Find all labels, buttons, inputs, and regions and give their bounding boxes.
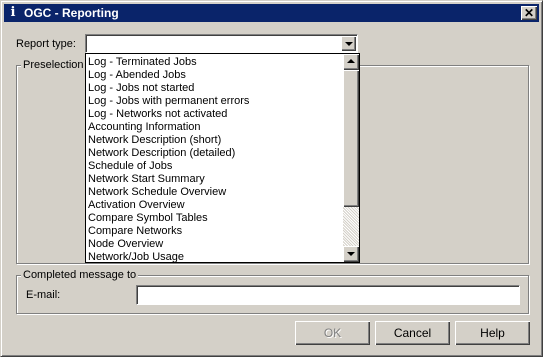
option-activation-overview[interactable]: Activation Overview <box>87 199 343 212</box>
option-compare-networks[interactable]: Compare Networks <box>87 225 343 238</box>
option-network-job-usage[interactable]: Network/Job Usage <box>87 251 343 262</box>
report-type-dropdown-list[interactable]: Log - Terminated Jobs Log - Abended Jobs… <box>85 53 360 263</box>
completed-message-caption: Completed message to <box>21 269 139 282</box>
ok-button[interactable]: OK <box>295 321 370 345</box>
chevron-down-icon <box>347 252 355 256</box>
option-log-abended-jobs[interactable]: Log - Abended Jobs <box>87 69 343 82</box>
scroll-down-button[interactable] <box>343 246 359 262</box>
option-log-jobs-not-started[interactable]: Log - Jobs not started <box>87 82 343 95</box>
option-log-jobs-permanent-errors[interactable]: Log - Jobs with permanent errors <box>87 95 343 108</box>
email-input[interactable] <box>136 285 520 305</box>
option-node-overview[interactable]: Node Overview <box>87 238 343 251</box>
cancel-button[interactable]: Cancel <box>375 321 450 345</box>
reporting-dialog: i OGC - Reporting ✕ Report type: Presele… <box>0 0 543 357</box>
option-log-networks-not-activated[interactable]: Log - Networks not activated <box>87 108 343 121</box>
scroll-thumb[interactable] <box>343 70 359 207</box>
title-bar[interactable]: i OGC - Reporting ✕ <box>4 4 539 22</box>
email-label: E-mail: <box>26 289 61 301</box>
option-network-schedule-overview[interactable]: Network Schedule Overview <box>87 186 343 199</box>
report-type-label: Report type: <box>16 38 76 50</box>
chevron-down-icon <box>345 42 353 46</box>
report-type-options: Log - Terminated Jobs Log - Abended Jobs… <box>87 56 343 262</box>
option-compare-symbol-tables[interactable]: Compare Symbol Tables <box>87 212 343 225</box>
close-icon: ✕ <box>523 6 535 20</box>
close-button[interactable]: ✕ <box>521 6 537 20</box>
report-type-combobox[interactable] <box>85 34 358 53</box>
option-schedule-of-jobs[interactable]: Schedule of Jobs <box>87 160 343 173</box>
chevron-up-icon <box>347 59 355 63</box>
window-title: OGC - Reporting <box>24 6 119 20</box>
report-type-dropdown-button[interactable] <box>341 36 356 51</box>
scroll-up-button[interactable] <box>343 54 359 70</box>
help-button[interactable]: Help <box>455 321 530 345</box>
info-i-icon: i <box>10 5 16 20</box>
dropdown-scrollbar[interactable] <box>343 54 359 262</box>
option-accounting-information[interactable]: Accounting Information <box>87 121 343 134</box>
option-network-start-summary[interactable]: Network Start Summary <box>87 173 343 186</box>
option-network-description-detailed[interactable]: Network Description (detailed) <box>87 147 343 160</box>
option-network-description-short[interactable]: Network Description (short) <box>87 134 343 147</box>
preselection-caption: Preselection <box>21 59 86 72</box>
option-log-terminated-jobs[interactable]: Log - Terminated Jobs <box>87 56 343 69</box>
